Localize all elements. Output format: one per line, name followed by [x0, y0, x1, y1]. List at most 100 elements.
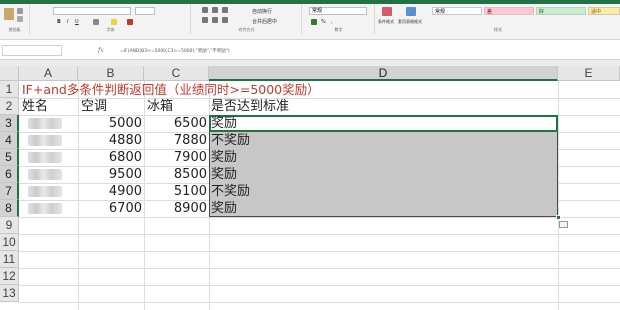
font-color-icon[interactable]: [127, 19, 133, 25]
gridline: [19, 217, 620, 218]
row-header-6[interactable]: 6: [0, 166, 19, 183]
column-header-a[interactable]: A: [19, 66, 78, 81]
gridline: [19, 285, 620, 286]
header-fridge[interactable]: 冰箱: [147, 98, 173, 115]
formula-bar: fx =IF(AND(B3>=5000,C3>=5000),"奖励","不奖励"…: [0, 42, 620, 60]
row-header-13[interactable]: 13: [0, 285, 19, 302]
align-right-icon[interactable]: [222, 17, 228, 23]
number-group: 常规 % , 数字: [303, 4, 375, 34]
cell-ac[interactable]: 4900: [78, 183, 144, 200]
row-header-7[interactable]: 7: [0, 183, 19, 200]
bold-button[interactable]: B: [57, 19, 61, 25]
align-left-icon[interactable]: [202, 17, 208, 23]
italic-button[interactable]: I: [67, 19, 68, 25]
style-neutral[interactable]: 适中: [588, 7, 620, 15]
cell-result[interactable]: 不奖励: [211, 132, 250, 149]
cell-fridge[interactable]: 5100: [144, 183, 209, 200]
fill-handle[interactable]: [556, 215, 561, 220]
underline-button[interactable]: U: [75, 19, 79, 25]
row-header-5[interactable]: 5: [0, 149, 19, 166]
cell-fridge[interactable]: 8500: [144, 166, 209, 183]
gridline: [19, 302, 620, 303]
row-header-10[interactable]: 10: [0, 234, 19, 251]
align-bottom-icon[interactable]: [222, 7, 228, 13]
row-header-9[interactable]: 9: [0, 217, 19, 234]
fx-icon[interactable]: fx: [98, 47, 104, 54]
cell-fridge[interactable]: 7900: [144, 149, 209, 166]
border-icon[interactable]: [93, 19, 99, 25]
style-normal[interactable]: 常规: [432, 7, 482, 15]
row-header-2[interactable]: 2: [0, 98, 19, 115]
quick-analysis-icon[interactable]: [559, 221, 568, 228]
row-header-1[interactable]: 1: [0, 81, 19, 98]
row-header-12[interactable]: 12: [0, 268, 19, 285]
copy-icon[interactable]: [17, 16, 23, 22]
active-cell-d3[interactable]: [209, 115, 558, 132]
row-header-8[interactable]: 8: [0, 200, 19, 217]
table-format-button[interactable]: 套用表格格式: [398, 19, 422, 25]
blurred-name: [28, 203, 62, 214]
cell-result[interactable]: 奖励: [211, 166, 237, 183]
table-format-icon[interactable]: [406, 7, 416, 16]
merge-center-button[interactable]: 合并后居中: [252, 18, 277, 25]
blurred-name: [28, 135, 62, 146]
worksheet-grid[interactable]: A B C D E 1 2 3 4 5 6 7 8 9 10 11 12 13 …: [0, 66, 620, 310]
comma-button[interactable]: ,: [331, 19, 333, 25]
style-bad[interactable]: 差: [484, 7, 534, 15]
align-middle-icon[interactable]: [212, 7, 218, 13]
row-header-11[interactable]: 11: [0, 251, 19, 268]
select-all-corner[interactable]: [0, 66, 19, 81]
header-ac[interactable]: 空调: [81, 98, 107, 115]
font-name-select[interactable]: [53, 7, 131, 15]
fill-color-icon[interactable]: [111, 19, 117, 25]
gridline: [19, 234, 620, 235]
conditional-format-button[interactable]: 条件格式: [378, 19, 394, 25]
row-header-4[interactable]: 4: [0, 132, 19, 149]
cell-fridge[interactable]: 6500: [144, 115, 209, 132]
styles-group: 条件格式 套用表格格式 常规 差 好 适中 样式: [376, 4, 620, 34]
percent-button[interactable]: %: [321, 19, 326, 25]
currency-icon[interactable]: [311, 19, 317, 25]
gridline: [19, 98, 620, 99]
formula-input[interactable]: =IF(AND(B3>=5000,C3>=5000),"奖励","不奖励"): [120, 48, 230, 54]
column-header-c[interactable]: C: [144, 66, 209, 81]
conditional-format-icon[interactable]: [382, 7, 392, 16]
cell-ac[interactable]: 6800: [78, 149, 144, 166]
number-label: 数字: [334, 27, 343, 32]
align-top-icon[interactable]: [202, 7, 208, 13]
cell-result[interactable]: 奖励: [211, 200, 237, 217]
font-label: 字体: [106, 27, 115, 32]
cell-result[interactable]: 奖励: [211, 115, 237, 132]
alignment-group: 自动换行 合并后居中 对齐方式: [192, 4, 302, 34]
clipboard-group: 剪贴板: [0, 4, 30, 34]
column-header-e[interactable]: E: [558, 66, 620, 81]
header-reached[interactable]: 是否达到标准: [211, 98, 289, 115]
cell-result[interactable]: 奖励: [211, 149, 237, 166]
alignment-label: 对齐方式: [238, 27, 255, 32]
cell-ac[interactable]: 4880: [78, 132, 144, 149]
cut-icon[interactable]: [17, 8, 23, 14]
align-center-icon[interactable]: [212, 17, 218, 23]
column-header-d[interactable]: D: [209, 66, 558, 81]
row-header-3[interactable]: 3: [0, 115, 19, 132]
style-good[interactable]: 好: [536, 7, 586, 15]
cell-fridge[interactable]: 7880: [144, 132, 209, 149]
cell-ac[interactable]: 6700: [78, 200, 144, 217]
column-header-b[interactable]: B: [78, 66, 144, 81]
header-name[interactable]: 姓名: [22, 98, 48, 115]
font-size-select[interactable]: [135, 7, 155, 15]
ribbon: 剪贴板 B I U 字体 自动换行 合并后居中 对齐方式 常规 % , 数字 条…: [0, 0, 620, 40]
gridline: [19, 251, 620, 252]
blurred-name: [28, 118, 62, 129]
paste-icon[interactable]: [4, 8, 14, 20]
blurred-name: [28, 169, 62, 180]
sheet-title-cell[interactable]: IF+and多条件判断返回值（业绩同时>=5000奖励）: [22, 81, 320, 98]
cell-result[interactable]: 不奖励: [211, 183, 250, 200]
number-format-select[interactable]: 常规: [309, 7, 367, 15]
name-box[interactable]: [2, 45, 62, 56]
cell-fridge[interactable]: 8900: [144, 200, 209, 217]
font-group: B I U 字体: [31, 4, 191, 34]
cell-ac[interactable]: 5000: [78, 115, 144, 132]
wrap-text-button[interactable]: 自动换行: [252, 8, 272, 15]
cell-ac[interactable]: 9500: [78, 166, 144, 183]
